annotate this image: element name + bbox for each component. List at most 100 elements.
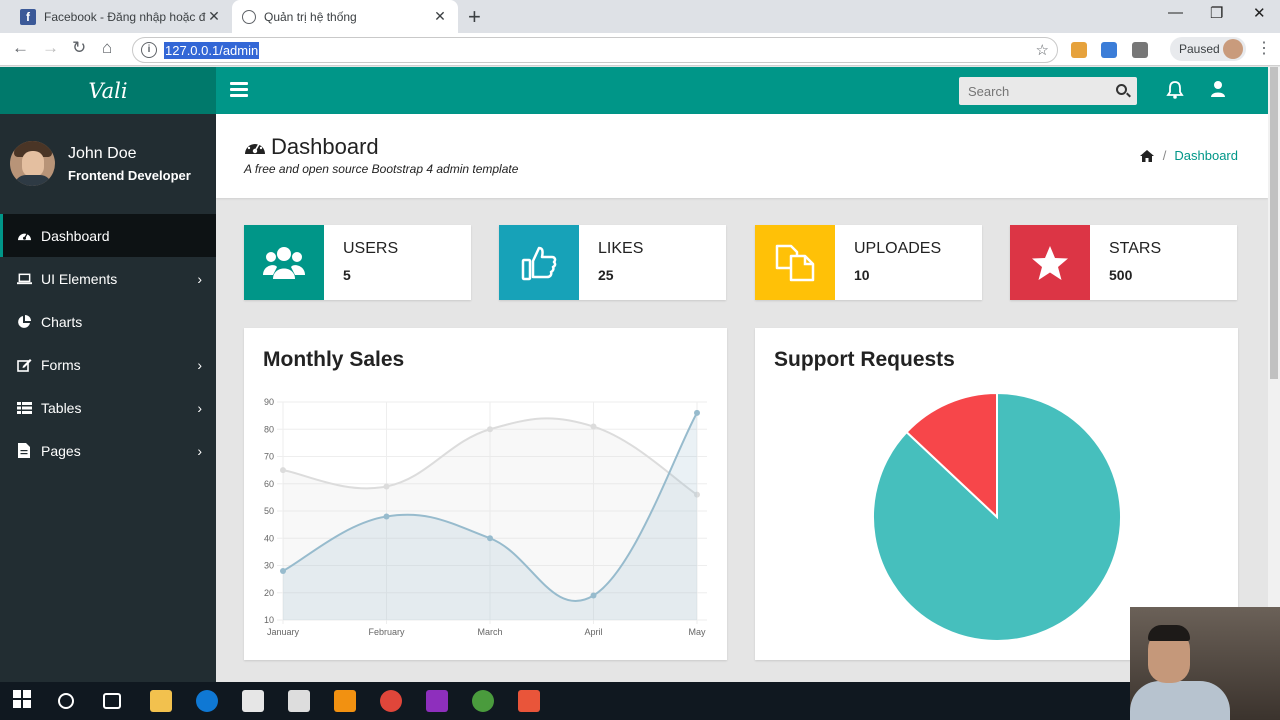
browser-toolbar: ← → ↻ ⌂ i 127.0.0.1/admin ☆: [0, 33, 1280, 66]
x-tick-label: February: [368, 627, 405, 637]
address-bar[interactable]: i 127.0.0.1/admin ☆: [132, 37, 1058, 63]
browser-tab-bar: f Facebook - Đăng nhập hoặc đăng ký ✕ Qu…: [0, 0, 1280, 33]
pie-chart-icon: [16, 314, 32, 329]
y-tick-label: 10: [264, 615, 274, 625]
reload-icon[interactable]: ↻: [72, 38, 86, 58]
monthly-sales-card: Monthly Sales 90 80 70 60 50 40 30 20 10 January F…: [244, 328, 727, 660]
breadcrumb: / Dashboard: [1139, 148, 1238, 163]
app-header: Vali: [0, 67, 1268, 114]
sidebar-toggle-icon[interactable]: [230, 82, 248, 100]
search-icon[interactable]: [1116, 84, 1127, 95]
edge-icon[interactable]: [196, 690, 218, 712]
data-point: [383, 513, 390, 520]
widget-likes: LIKES 25: [499, 225, 726, 300]
minimize-button[interactable]: —: [1168, 4, 1183, 21]
new-tab-button[interactable]: +: [468, 4, 481, 30]
search-input[interactable]: [959, 77, 1109, 105]
profile-button[interactable]: Paused: [1170, 37, 1246, 61]
breadcrumb-current[interactable]: Dashboard: [1174, 148, 1238, 163]
file-icon: [16, 443, 32, 458]
url-text[interactable]: 127.0.0.1/admin: [164, 42, 260, 59]
app-logo[interactable]: Vali: [0, 67, 216, 114]
back-icon[interactable]: ←: [12, 38, 29, 58]
dashboard-icon: [16, 229, 32, 243]
phpstorm-icon[interactable]: [426, 690, 448, 712]
sublime-icon[interactable]: [334, 690, 356, 712]
scrollbar-thumb[interactable]: [1270, 67, 1278, 379]
window-close-button[interactable]: ✕: [1253, 4, 1266, 22]
card-title: Monthly Sales: [263, 348, 405, 371]
user-icon[interactable]: [1210, 80, 1226, 98]
sidebar-item-pages[interactable]: Pages ›: [0, 429, 216, 472]
card-title: Support Requests: [774, 348, 955, 371]
breadcrumb-separator: /: [1162, 148, 1167, 163]
chevron-right-icon: ›: [197, 400, 202, 416]
browser-menu-icon[interactable]: ⋮: [1256, 38, 1272, 58]
extension-icon[interactable]: [1071, 42, 1087, 58]
home-icon[interactable]: [1139, 149, 1154, 162]
globe-icon: [242, 9, 256, 24]
dashboard-icon: [245, 141, 265, 154]
sidebar-item-tables[interactable]: Tables ›: [0, 386, 216, 429]
sidebar-item-charts[interactable]: Charts: [0, 300, 216, 343]
home-icon[interactable]: ⌂: [102, 38, 112, 58]
widget-stars: STARS 500: [1010, 225, 1237, 300]
widget-value: 25: [598, 267, 614, 283]
sidebar-item-label: Pages: [41, 442, 81, 459]
tab-title: Facebook - Đăng nhập hoặc đăng ký: [44, 9, 206, 24]
webcam-overlay: [1130, 607, 1280, 720]
windows-start-icon[interactable]: [13, 690, 35, 712]
data-point: [694, 409, 700, 416]
x-tick-label: May: [688, 627, 706, 637]
chevron-right-icon: ›: [197, 443, 202, 459]
file-explorer-icon[interactable]: [150, 690, 172, 712]
app-icon[interactable]: [472, 690, 494, 712]
extension-icon[interactable]: [1101, 42, 1117, 58]
page-scrollbar[interactable]: [1268, 67, 1280, 682]
chrome-icon[interactable]: [380, 690, 402, 712]
data-point: [487, 535, 493, 542]
bookmark-star-icon[interactable]: ☆: [1036, 41, 1049, 59]
cortana-icon[interactable]: [58, 693, 74, 709]
mail-icon[interactable]: [288, 690, 310, 712]
store-icon[interactable]: [242, 690, 264, 712]
restore-button[interactable]: ❐: [1210, 4, 1223, 22]
user-role: Frontend Developer: [68, 168, 191, 183]
edit-icon: [16, 358, 32, 372]
widget-label: STARS: [1109, 240, 1162, 257]
avatar: [1223, 39, 1243, 59]
facebook-icon: f: [20, 8, 36, 25]
data-point: [280, 567, 286, 574]
info-icon[interactable]: i: [141, 42, 157, 58]
x-tick-label: April: [584, 627, 602, 637]
app-icon[interactable]: [518, 690, 540, 712]
tab-facebook[interactable]: f Facebook - Đăng nhập hoặc đăng ký ✕: [10, 0, 232, 33]
sidebar-item-dashboard[interactable]: Dashboard: [0, 214, 216, 257]
search-box: [959, 77, 1137, 105]
widget-uploades: UPLOADES 10: [755, 225, 982, 300]
avatar: [10, 141, 55, 186]
close-icon[interactable]: ✕: [206, 8, 222, 25]
close-icon[interactable]: ✕: [432, 8, 448, 25]
task-view-icon[interactable]: [103, 693, 121, 709]
monthly-sales-chart: 90 80 70 60 50 40 30 20 10 January February March Ap…: [264, 397, 707, 637]
widget-value: 5: [343, 267, 351, 283]
y-tick-label: 30: [264, 561, 274, 571]
widget-label: LIKES: [598, 240, 644, 257]
data-point: [280, 467, 286, 474]
star-icon: [1010, 225, 1090, 300]
table-icon: [16, 401, 32, 415]
x-tick-label: January: [267, 627, 300, 637]
sidebar-menu: Dashboard UI Elements › Charts Forms › T…: [0, 214, 216, 472]
sidebar-item-ui-elements[interactable]: UI Elements ›: [0, 257, 216, 300]
sidebar-item-label: Charts: [41, 313, 83, 330]
y-tick-label: 20: [264, 588, 274, 598]
page-title-text: Dashboard: [271, 134, 379, 159]
tab-admin[interactable]: Quản trị hệ thống ✕: [232, 0, 458, 33]
extension-icon[interactable]: [1132, 42, 1148, 58]
data-point: [487, 426, 493, 433]
sidebar-item-forms[interactable]: Forms ›: [0, 343, 216, 386]
sidebar-item-label: Tables: [41, 399, 82, 416]
forward-icon[interactable]: →: [42, 38, 59, 58]
bell-icon[interactable]: [1166, 80, 1184, 100]
